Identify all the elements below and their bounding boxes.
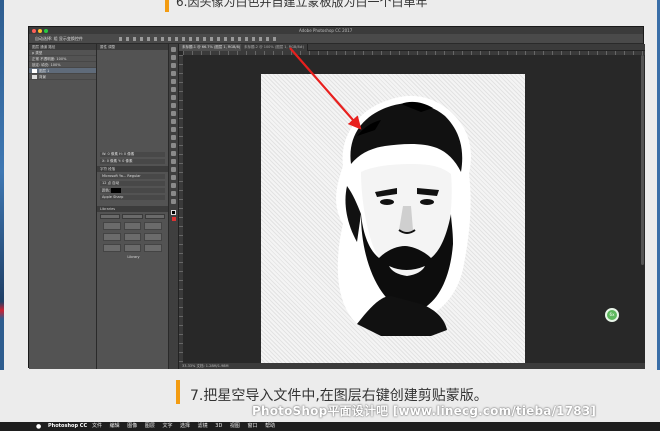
bottom-caption: 7.把星空导入文件中,在图层右键创建剪贴蒙版。 PhotoShop平面设计吧 […	[0, 370, 660, 422]
menu-help[interactable]: 帮助	[265, 423, 275, 429]
pen-tool-icon[interactable]	[171, 159, 176, 164]
mac-menu-bar: ● Photoshop CC 文件 编辑 图像 图层 文字 选择 滤镜 3D 视…	[0, 422, 660, 431]
menu-filter[interactable]: 滤镜	[198, 423, 208, 429]
app-menu[interactable]: Photoshop CC	[48, 422, 87, 431]
color-row[interactable]: 颜色:	[100, 188, 165, 193]
tab-document-2[interactable]: 未标题-2 @ 100% (图层 1, RGB/8#)	[241, 44, 309, 51]
portrait-silhouette	[336, 95, 471, 336]
libraries-header[interactable]: Libraries	[97, 206, 168, 212]
layer-name: 图层 1	[39, 69, 50, 73]
lasso-tool-icon[interactable]	[171, 63, 176, 68]
gradient-tool-icon[interactable]	[171, 135, 176, 140]
history-brush-icon[interactable]	[171, 119, 176, 124]
apple-menu-icon[interactable]: ●	[36, 422, 41, 431]
vertical-ruler	[179, 55, 183, 363]
canvas[interactable]	[261, 74, 525, 364]
position-row[interactable]: X: 0 像素 Y: 0 像素	[100, 159, 165, 164]
hand-tool-icon[interactable]	[171, 191, 176, 196]
eraser-tool-icon[interactable]	[171, 127, 176, 132]
zoom-tool-icon[interactable]	[171, 199, 176, 204]
align-tools-icons[interactable]	[119, 37, 279, 41]
menu-type[interactable]: 文字	[162, 423, 172, 429]
size-row[interactable]: W: 0 像素 H: 0 像素	[100, 152, 165, 157]
properties-panel: 属性 调整 W: 0 像素 H: 0 像素 X: 0 像素 Y: 0 像素 字符…	[97, 44, 169, 369]
path-select-icon[interactable]	[171, 175, 176, 180]
window-titlebar: Adobe Photoshop CC 2017	[29, 27, 643, 34]
menu-items: 文件 编辑 图像 图层 文字 选择 滤镜 3D 视图 窗口 帮助	[92, 422, 281, 431]
font-family-field[interactable]: Microsoft Ya... Regular	[100, 174, 165, 179]
font-size-field[interactable]: 12 点 自动	[100, 181, 165, 186]
desktop-edge-left	[0, 0, 4, 431]
color-label: 颜色:	[102, 188, 111, 193]
window-title: Adobe Photoshop CC 2017	[299, 28, 353, 33]
caption-accent-bar	[176, 380, 180, 404]
antialias-row[interactable]: Apple Sharp	[100, 195, 165, 200]
move-tool-icon[interactable]	[171, 47, 176, 52]
color-swatch[interactable]	[111, 188, 122, 193]
menu-file[interactable]: 文件	[92, 423, 102, 429]
menu-window[interactable]: 窗口	[248, 423, 258, 429]
menu-edit[interactable]: 编辑	[110, 423, 120, 429]
layer-name: 背景	[39, 75, 46, 79]
dodge-tool-icon[interactable]	[171, 151, 176, 156]
watermark: PhotoShop平面设计吧 [www.linecg.com/tieba/178…	[252, 404, 597, 418]
top-caption: 6.因头像为白色并自建立蒙板版为白一个白单年	[0, 0, 660, 14]
foreground-color-swatch[interactable]	[171, 210, 176, 215]
menu-select[interactable]: 选择	[180, 423, 190, 429]
shape-tool-icon[interactable]	[171, 183, 176, 188]
menu-layer[interactable]: 图层	[145, 423, 155, 429]
blur-tool-icon[interactable]	[171, 143, 176, 148]
library-buttons[interactable]	[100, 214, 165, 219]
quick-select-tool-icon[interactable]	[171, 71, 176, 76]
tab-document-1[interactable]: 未标题-1 @ 66.7% (图层 1, RGB/8)	[179, 44, 245, 51]
close-window-button[interactable]	[32, 28, 36, 33]
layer-thumbnail	[32, 75, 37, 79]
menu-image[interactable]: 图像	[127, 423, 137, 429]
character-panel-header[interactable]: 字符 段落	[97, 166, 168, 172]
layer-row-background[interactable]: 背景	[29, 74, 96, 80]
photoshop-window: Adobe Photoshop CC 2017 自动选择: 组 显示变换控件 图…	[28, 26, 645, 369]
vertical-scrollbar[interactable]	[641, 55, 644, 265]
stamp-tool-icon[interactable]	[171, 111, 176, 116]
properties-spacer	[97, 50, 168, 150]
zoom-window-button[interactable]	[44, 28, 48, 33]
layers-panel: 图层 通道 路径 p 类型 正常 不透明度: 100% 锁定: 填充: 100%…	[29, 44, 97, 369]
status-bar: 33.33% 文档: 1.28M/1.98M	[179, 363, 645, 369]
brush-tool-icon[interactable]	[171, 103, 176, 108]
quick-mask-icon[interactable]	[171, 217, 176, 221]
minimize-window-button[interactable]	[38, 28, 42, 33]
caption-accent-bar	[165, 0, 169, 12]
tutorial-page: 6.因头像为白色并自建立蒙板版为白一个白单年 Adobe Photoshop C…	[0, 0, 660, 431]
top-caption-text: 6.因头像为白色并自建立蒙板版为白一个白单年	[176, 0, 428, 9]
menu-view[interactable]: 视图	[230, 423, 240, 429]
tools-panel	[169, 44, 179, 369]
crop-tool-icon[interactable]	[171, 79, 176, 84]
document-area: 未标题-1 @ 66.7% (图层 1, RGB/8) 未标题-2 @ 100%…	[179, 44, 645, 369]
library-grid[interactable]	[103, 222, 162, 252]
progress-badge[interactable]: 6x	[605, 308, 619, 322]
options-bar-text: 自动选择: 组 显示变换控件	[35, 36, 83, 41]
healing-tool-icon[interactable]	[171, 95, 176, 100]
options-bar: 自动选择: 组 显示变换控件	[29, 34, 643, 44]
library-footer: Library	[127, 255, 140, 259]
document-tabs: 未标题-1 @ 66.7% (图层 1, RGB/8) 未标题-2 @ 100%…	[179, 44, 645, 51]
type-tool-icon[interactable]	[171, 167, 176, 172]
layer-thumbnail	[32, 69, 37, 73]
marquee-tool-icon[interactable]	[171, 55, 176, 60]
horizontal-ruler	[183, 51, 645, 55]
menu-3d[interactable]: 3D	[215, 423, 222, 429]
eyedropper-tool-icon[interactable]	[171, 87, 176, 92]
